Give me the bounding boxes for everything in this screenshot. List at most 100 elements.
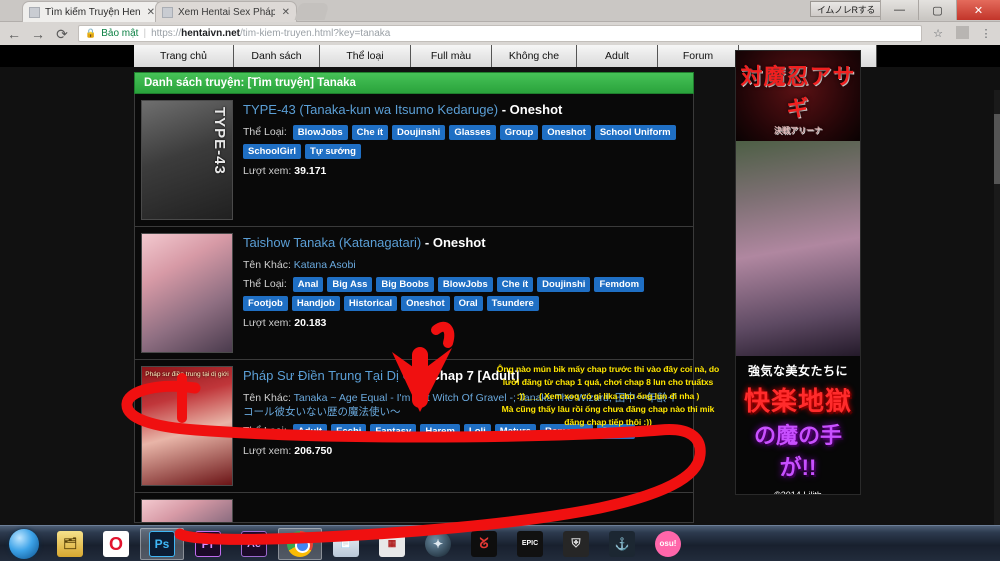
genre-tag[interactable]: Big Ass [327, 276, 373, 292]
genre-tag[interactable]: Anal [292, 276, 324, 292]
nav-item-forum[interactable]: Forum [658, 45, 739, 67]
manga-title[interactable]: Pháp Sư Điền Trung Tại Dị Giới Chap 7 [A… [243, 368, 685, 384]
new-tab-button[interactable] [294, 3, 330, 20]
browser-tab-0[interactable]: Tìm kiếm Truyện Hentai ✕ [22, 1, 162, 22]
sidebar-banner-ad[interactable]: 対魔忍アサギ 決戦アリーナ 強気な美女たちに 快楽地獄 の魔の手が!! ©201… [735, 50, 861, 495]
genre-tag[interactable]: Mature [494, 423, 536, 439]
manga-thumbnail[interactable]: Pháp sư điền trung tại dị giới [141, 366, 233, 486]
genre-tag[interactable]: Tsundere [486, 295, 539, 311]
address-bar[interactable]: 🔒 Bảo mật | https://hentaivn.net/tim-kie… [78, 25, 922, 42]
manga-title[interactable]: Taishow Tanaka (Katanagatari) - Oneshot [243, 235, 685, 251]
web-page: Trang chủ Danh sách Thể loại Full màu Kh… [0, 45, 1000, 525]
manga-thumbnail[interactable] [141, 499, 233, 522]
tab-close-icon[interactable]: ✕ [282, 7, 290, 18]
nav-item-adult[interactable]: Adult [577, 45, 658, 67]
genre-tag[interactable]: Fantasy [370, 423, 417, 439]
banner-logo: 対魔忍アサギ 決戦アリーナ [736, 59, 860, 136]
forward-button[interactable]: → [30, 27, 46, 41]
view-count: Lượt xem: 206.750 [243, 445, 685, 457]
bookmark-star-icon[interactable]: ☆ [930, 27, 946, 40]
genre-tag[interactable]: Historical [343, 295, 398, 311]
taskbar-osu[interactable]: osu! [646, 528, 690, 560]
scrollbar-thumb[interactable] [994, 114, 1000, 184]
taskbar-after-effects[interactable]: Ae [232, 528, 276, 560]
genre-tag[interactable]: Loli [463, 423, 491, 439]
genre-tag[interactable]: Oral [453, 295, 483, 311]
banner-copyright: ©2014 Lilith [774, 490, 822, 495]
manga-thumbnail[interactable]: TYPE-43 [141, 100, 233, 220]
manga-entry[interactable]: TYPE-43 TYPE-43 (Tanaka-kun wa Itsumo Ke… [134, 94, 694, 227]
nav-item-the-loai[interactable]: Thể loại [320, 45, 411, 67]
genre-tag[interactable]: Ecchi [331, 423, 367, 439]
ime-language-bar[interactable]: イムノレRする [810, 1, 882, 17]
genre-tag[interactable]: Doujinshi [392, 124, 446, 140]
banner-line-1: 強気な美女たちに [747, 364, 848, 378]
manga-entry[interactable]: Taishow Tanaka (Katanagatari) - Oneshot … [134, 227, 694, 360]
taskbar-chrome[interactable] [278, 527, 322, 560]
browser-menu-icon[interactable]: ⋮ [978, 27, 994, 40]
page-scrollbar[interactable] [994, 90, 1000, 525]
manga-entry[interactable]: Pháp sư điền trung tại dị giới Pháp Sư Đ… [134, 360, 694, 493]
taskbar-file-explorer[interactable]: 🗂 [48, 528, 92, 560]
manga-info: Taishow Tanaka (Katanagatari) - Oneshot … [243, 233, 685, 353]
tab-strip: Tìm kiếm Truyện Hentai ✕ Xem Hentai Sex … [0, 0, 1000, 22]
genre-tag[interactable]: Oneshot [542, 124, 591, 140]
extension-icon[interactable] [954, 25, 970, 42]
results-header: Danh sách truyện: [Tìm truyện] Tanaka [134, 72, 694, 94]
nav-item-khong-che[interactable]: Không che [492, 45, 577, 67]
taskbar-epic-games[interactable]: EPIC [508, 528, 552, 560]
taskbar-steam[interactable]: ✦ [416, 528, 460, 560]
taskbar-red-app[interactable]: ᘜ [462, 528, 506, 560]
manga-title-link[interactable]: TYPE-43 (Tanaka-kun wa Itsumo Kedaruge) [243, 102, 498, 117]
genre-tag[interactable]: Che ít [351, 124, 389, 140]
genre-tag[interactable]: Harem [420, 423, 460, 439]
genre-tag[interactable]: Group [499, 124, 539, 140]
taskbar-photoshop[interactable]: Ps [140, 527, 184, 560]
start-button[interactable] [2, 528, 46, 560]
genre-tag[interactable]: Tự sướng [305, 143, 361, 159]
genre-tag[interactable]: Doujinshi [537, 276, 591, 292]
tab-close-icon[interactable]: ✕ [147, 7, 155, 18]
manga-title-link[interactable]: Taishow Tanaka (Katanagatari) [243, 235, 421, 250]
genre-tag[interactable]: Romance [539, 423, 593, 439]
genre-tag[interactable]: Glasses [449, 124, 496, 140]
manga-info: Pháp Sư Điền Trung Tại Dị Giới Chap 7 [A… [243, 366, 685, 486]
steam-icon: ✦ [425, 530, 451, 557]
manga-info: TYPE-43 (Tanaka-kun wa Itsumo Kedaruge) … [243, 100, 685, 220]
genre-tag[interactable]: Oneshot [401, 295, 450, 311]
genre-tag[interactable]: School Uniform [594, 124, 676, 140]
banner-logo-area: 対魔忍アサギ 決戦アリーナ [736, 51, 860, 141]
genre-tag[interactable]: Footjob [243, 295, 288, 311]
tab-favicon [29, 6, 40, 18]
minimize-button[interactable]: — [880, 0, 918, 20]
nav-item-danh-sach[interactable]: Danh sách [234, 45, 320, 67]
manga-title-link[interactable]: Pháp Sư Điền Trung Tại Dị Giới [243, 368, 427, 383]
genre-tag[interactable]: SchoolGirl [243, 143, 302, 159]
manga-thumbnail[interactable] [141, 233, 233, 353]
manga-title[interactable]: TYPE-43 (Tanaka-kun wa Itsumo Kedaruge) … [243, 102, 685, 118]
taskbar-document-app[interactable]: 📄 [324, 528, 368, 560]
genre-tag[interactable]: Che ít [496, 276, 534, 292]
maximize-button[interactable]: ▢ [918, 0, 956, 20]
taskbar-premiere[interactable]: Pr [186, 528, 230, 560]
back-button[interactable]: ← [6, 27, 22, 41]
genre-tag[interactable]: Handjob [291, 295, 340, 311]
folder-icon: 🗂 [57, 530, 83, 557]
nav-item-full-mau[interactable]: Full màu [411, 45, 492, 67]
taskbar-tiles-app[interactable]: ▦ [370, 528, 414, 560]
taskbar-opera[interactable]: O [94, 528, 138, 560]
genre-tag[interactable]: Adult [292, 423, 328, 439]
manga-entry-partial[interactable] [134, 493, 694, 523]
genre-tag[interactable]: BlowJobs [292, 124, 348, 140]
reload-button[interactable]: ⟳ [54, 27, 70, 41]
taskbar-world-of-tanks[interactable]: ⛨ [554, 528, 598, 560]
genre-tag[interactable]: Femdom [594, 276, 645, 292]
genre-tag[interactable]: Series [596, 423, 636, 439]
taskbar-world-of-warships[interactable]: ⚓ [600, 528, 644, 560]
nav-item-trang-chu[interactable]: Trang chủ [134, 45, 234, 67]
close-button[interactable]: ✕ [956, 0, 1000, 20]
genre-tag[interactable]: Big Boobs [376, 276, 434, 292]
tab-title: Tìm kiếm Truyện Hentai [45, 6, 140, 18]
genre-tag[interactable]: BlowJobs [437, 276, 493, 292]
browser-tab-1[interactable]: Xem Hentai Sex Pháp S ✕ [155, 1, 297, 22]
